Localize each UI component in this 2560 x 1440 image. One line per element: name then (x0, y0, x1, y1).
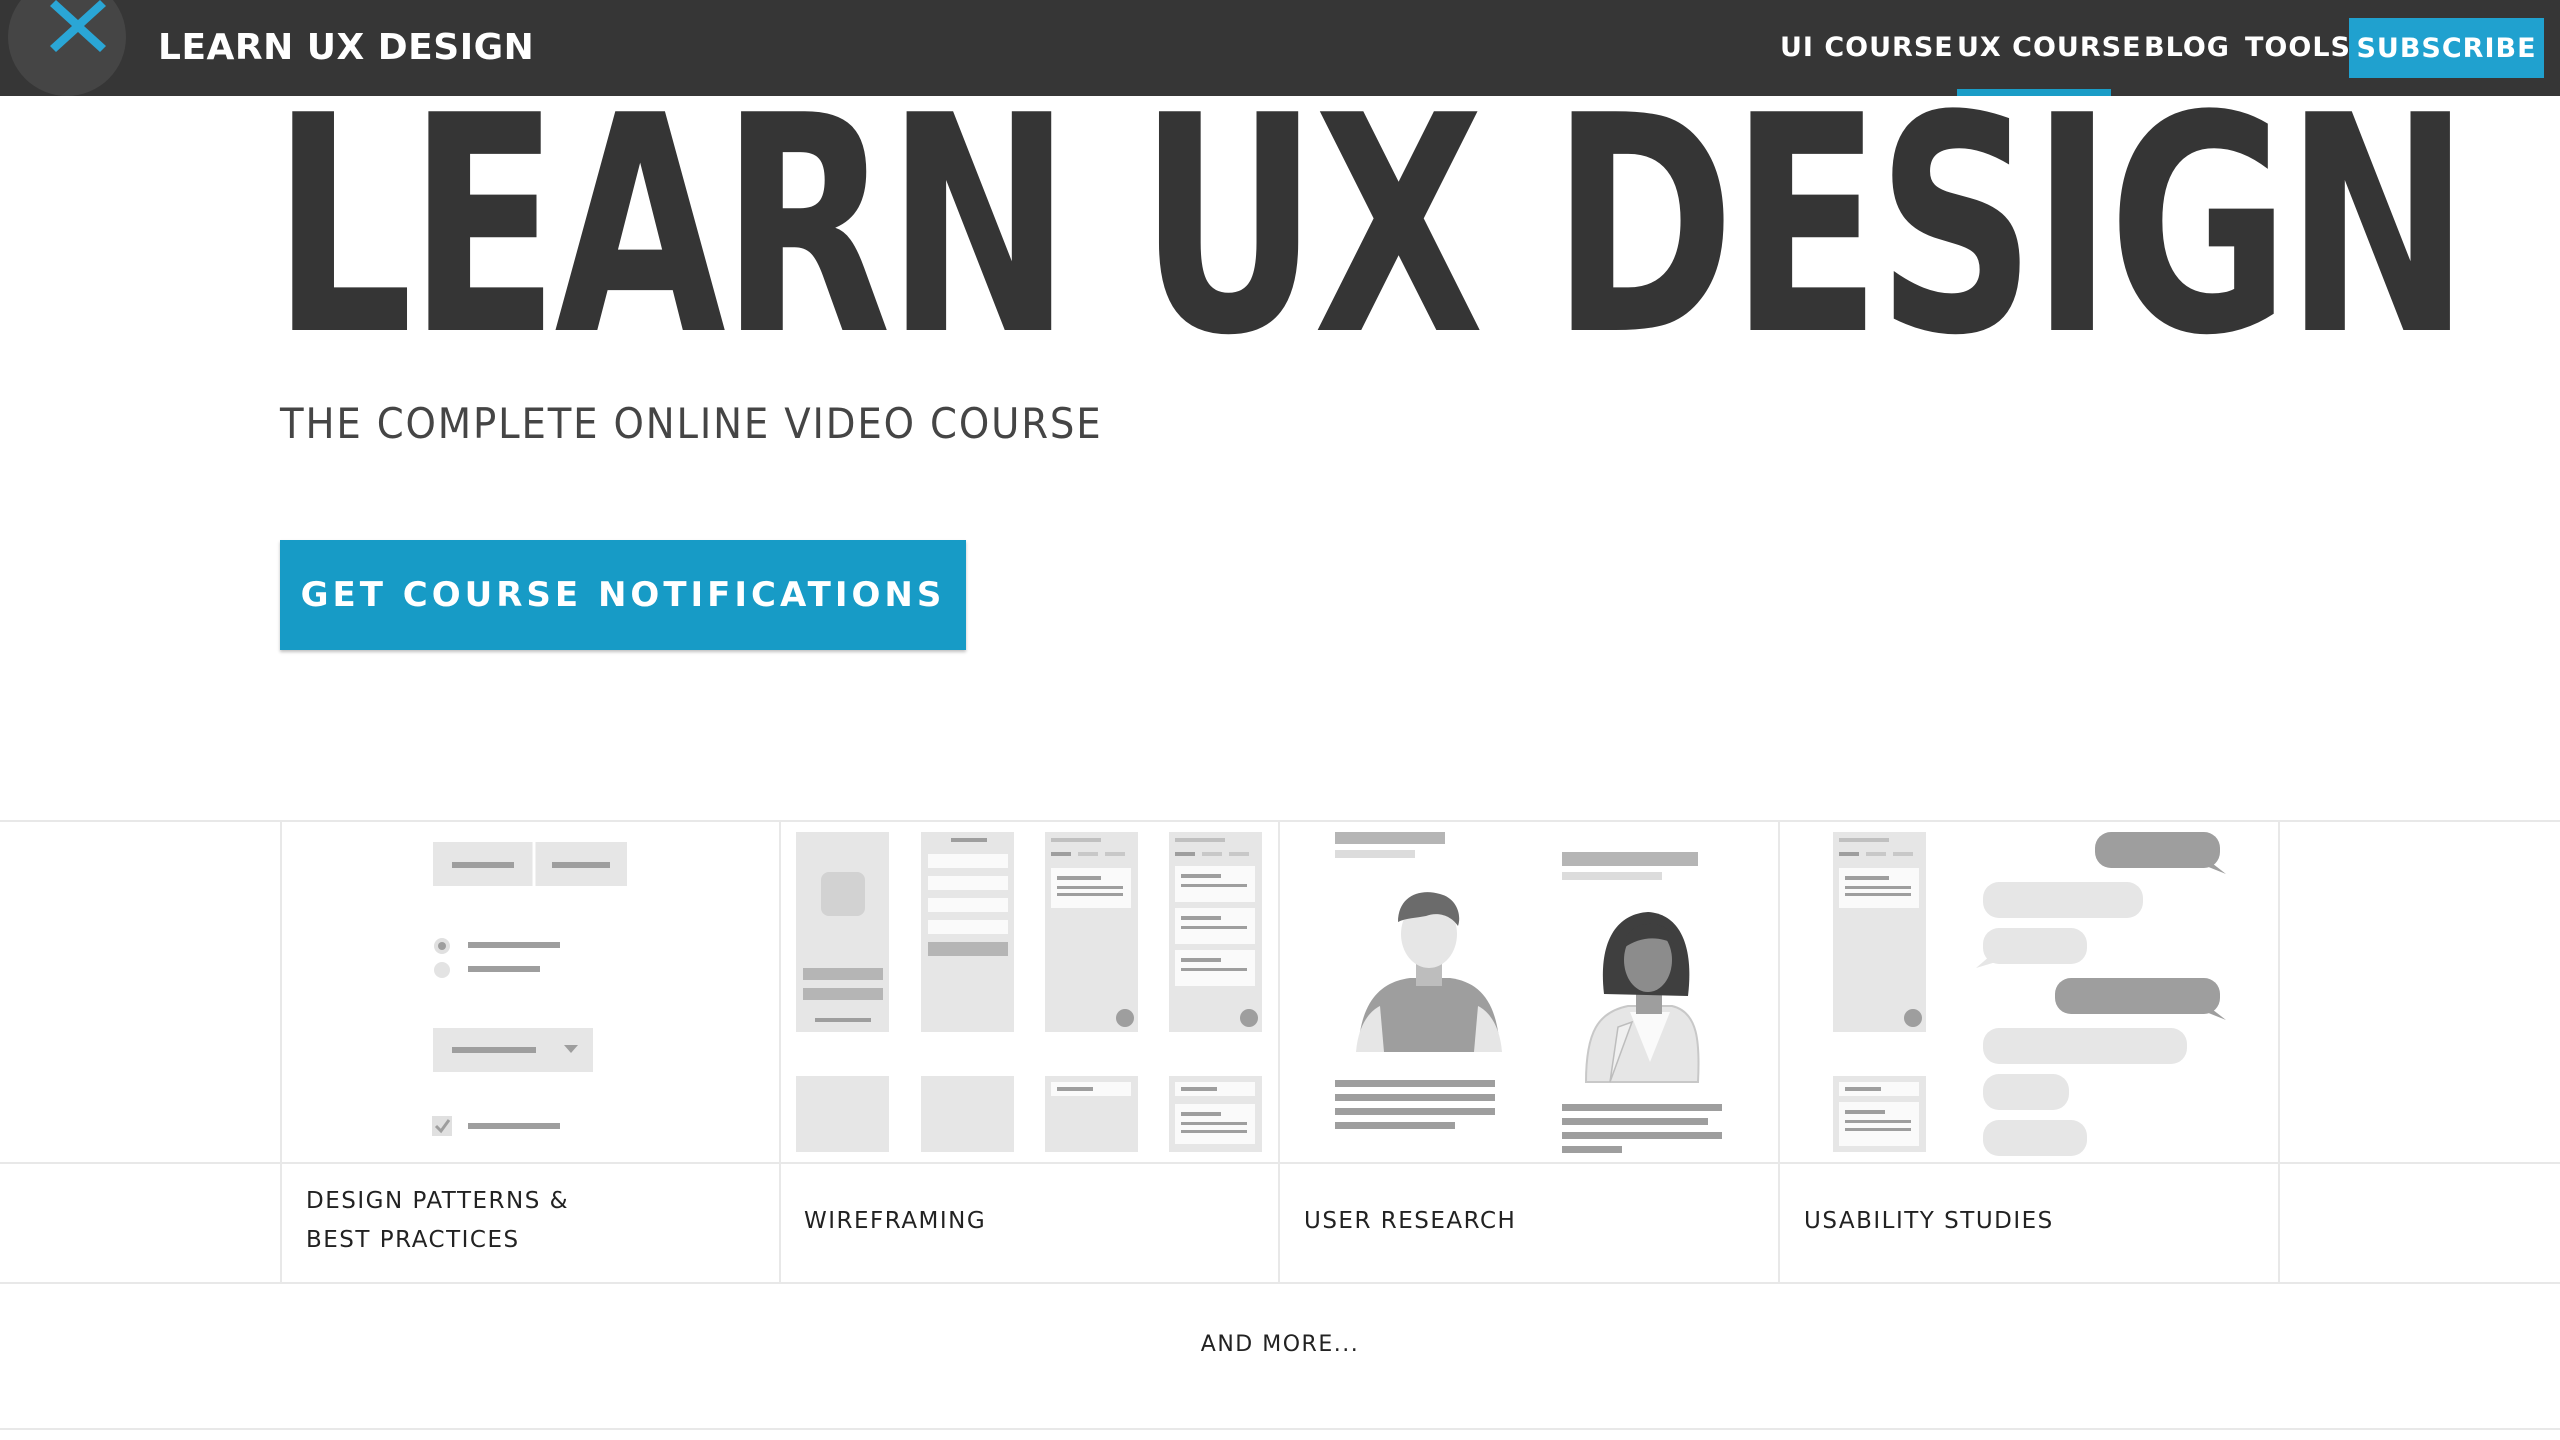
topic-label-line2: BEST PRACTICES (306, 1227, 520, 1253)
topic-label-wireframing[interactable]: WIREFRAMING (804, 1202, 986, 1241)
logo-badge[interactable] (8, 0, 126, 96)
topic-label-line1: DESIGN PATTERNS & (306, 1188, 570, 1214)
topic-label-design-patterns[interactable]: DESIGN PATTERNS & BEST PRACTICES (306, 1182, 569, 1260)
x-logo-icon (50, 0, 106, 52)
grid-divider-footer (0, 1428, 2560, 1430)
personas-illustration (1335, 832, 1722, 1153)
grid-column-line (2278, 820, 2280, 1282)
grid-divider-middle (0, 1162, 2560, 1164)
form-controls-illustration (432, 842, 627, 1136)
grid-divider-bottom (0, 1282, 2560, 1284)
chat-bubbles-illustration (1833, 832, 2226, 1156)
topic-label-usability-studies[interactable]: USABILITY STUDIES (1804, 1202, 2054, 1241)
hero-title: LEARN UX DESIGN (272, 52, 2470, 401)
topic-label-user-research[interactable]: USER RESEARCH (1304, 1202, 1516, 1241)
get-course-notifications-button[interactable]: GET COURSE NOTIFICATIONS (280, 540, 966, 650)
and-more-link[interactable]: AND MORE... (0, 1330, 2560, 1360)
hero-subtitle: THE COMPLETE ONLINE VIDEO COURSE (280, 399, 1103, 448)
wireframe-screens-illustration (796, 832, 1262, 1152)
